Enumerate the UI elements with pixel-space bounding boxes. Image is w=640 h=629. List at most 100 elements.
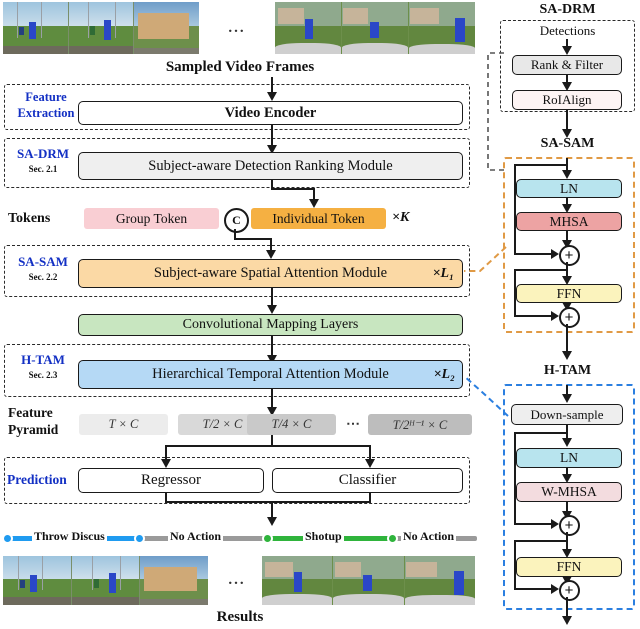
results-caption: Results <box>216 608 264 625</box>
right-tam-arrow-1 <box>561 438 572 447</box>
right-tam-skip1-bottom <box>514 523 554 525</box>
timeline-label-no-action-1: No Action <box>168 529 223 544</box>
sa-sam-multiplier: ×L₁ <box>432 265 454 281</box>
right-tam-skip2-top <box>514 540 567 542</box>
video-frame <box>3 556 72 605</box>
timeline-label-throw-discus: Throw Discus <box>32 529 107 544</box>
individual-token-multiplier: ×K <box>392 210 410 225</box>
pyramid-level-0[interactable]: T × C <box>79 414 168 435</box>
tam-add-1-icon: + <box>558 515 580 536</box>
sa-sam-box[interactable]: Subject-aware Spatial Attention Module ×… <box>78 259 463 288</box>
timeline-node-1[interactable] <box>134 533 145 544</box>
arrow-head-to-conv <box>266 305 277 314</box>
concat-out-line-h <box>233 238 272 240</box>
sam-add-1-icon: + <box>558 245 580 266</box>
timeline-node-2[interactable] <box>262 533 273 544</box>
tam-ffn-box[interactable]: FFN <box>516 557 622 577</box>
page-title: Sampled Video Frames <box>165 58 315 75</box>
video-frame <box>342 2 409 54</box>
sa-drm-connector <box>487 52 506 171</box>
prediction-label: Prediction <box>7 472 67 487</box>
feature-extraction-label-line2: Extraction <box>17 106 75 120</box>
right-sam-in-arrow <box>561 170 572 179</box>
timeline-label-no-action-2: No Action <box>401 529 456 544</box>
prediction-merge-line <box>165 501 371 503</box>
video-frame <box>140 556 208 605</box>
pyramid-level-3[interactable]: T/2ᴴ⁻¹ × C <box>368 414 472 435</box>
sam-ffn-box[interactable]: FFN <box>516 284 622 303</box>
sam-mhsa-box[interactable]: MHSA <box>516 212 622 231</box>
top-video-strip <box>3 2 199 54</box>
conv-mapping-box[interactable]: Convolutional Mapping Layers <box>78 314 463 336</box>
sa-drm-label-wrap: SA-DRM Sec. 2.1 <box>8 146 78 182</box>
right-sa-drm-input-label: Detections <box>539 22 596 38</box>
video-frame <box>404 556 475 605</box>
arrow-line-encoder-to-drm <box>271 125 273 146</box>
right-sam-skip2-arrow <box>551 311 559 321</box>
video-frame <box>134 2 199 54</box>
arrow-line-title-to-encoder <box>271 77 273 93</box>
regressor-box[interactable]: Regressor <box>78 468 264 493</box>
individual-token-box[interactable]: Individual Token <box>251 208 386 229</box>
h-tam-box[interactable]: Hierarchical Temporal Attention Module ×… <box>78 360 463 389</box>
h-tam-section: Sec. 2.3 <box>28 370 58 380</box>
video-frame <box>3 2 69 54</box>
right-tam-out-arrow <box>561 616 572 625</box>
rank-filter-box[interactable]: Rank & Filter <box>512 55 622 75</box>
sam-add-2-icon: + <box>558 307 580 328</box>
feature-extraction-label: Feature Extraction <box>10 89 82 125</box>
right-sam-out-arrow <box>561 351 572 360</box>
right-sam-skip2-bottom <box>514 315 554 317</box>
sa-sam-connector <box>464 246 507 272</box>
drm-to-token-line-h <box>271 188 315 190</box>
tam-ln-box[interactable]: LN <box>516 448 622 468</box>
top-strip-ellipsis: ... <box>228 19 246 36</box>
sa-drm-label: SA-DRM <box>17 146 69 161</box>
h-tam-multiplier: ×L₂ <box>433 366 455 382</box>
right-sam-skip1-bottom <box>514 253 554 255</box>
feature-pyramid-label-line2: Pyramid <box>8 422 59 437</box>
roialign-box[interactable]: RoIAlign <box>512 90 622 110</box>
concat-icon: C <box>224 208 249 233</box>
sa-drm-section: Sec. 2.1 <box>28 164 58 174</box>
pyramid-out-line-h <box>165 445 371 447</box>
feature-pyramid-label: Feature Pyramid <box>4 404 78 442</box>
right-sam-skip1-top <box>514 164 567 166</box>
sa-drm-box[interactable]: Subject-aware Detection Ranking Module <box>78 152 463 180</box>
bottom-video-strip <box>3 556 208 605</box>
right-sa-sam-title: SA-SAM <box>540 136 595 151</box>
sa-sam-label-wrap: SA-SAM Sec. 2.2 <box>8 254 78 292</box>
pyramid-level-2[interactable]: T/4 × C <box>247 414 336 435</box>
right-sam-skip2-top <box>514 269 567 271</box>
bottom-strip-ellipsis: ... <box>228 571 246 588</box>
video-encoder-box[interactable]: Video Encoder <box>78 101 463 125</box>
video-frame <box>71 556 141 605</box>
top-video-strip-2 <box>275 2 475 54</box>
video-frame <box>333 556 405 605</box>
arrow-head-to-encoder <box>266 92 277 101</box>
h-tam-label: H-TAM <box>21 352 65 367</box>
sa-sam-section: Sec. 2.2 <box>28 272 58 282</box>
tam-wmhsa-box[interactable]: W-MHSA <box>516 482 622 502</box>
right-h-tam-title: H-TAM <box>543 363 592 378</box>
sa-sam-box-label: Subject-aware Spatial Attention Module <box>153 265 388 281</box>
tam-downsample-box[interactable]: Down-sample <box>511 404 623 425</box>
right-sam-out-line <box>566 324 568 354</box>
group-token-box[interactable]: Group Token <box>84 208 219 229</box>
sam-ln-box[interactable]: LN <box>516 179 622 198</box>
right-tam-skip2-arrow <box>551 584 559 594</box>
results-timeline: Throw Discus No Action Shotup No Action <box>0 528 480 548</box>
timeline-node-start[interactable] <box>2 533 13 544</box>
right-drm-arrow-1 <box>561 46 572 55</box>
right-tam-skip1-v <box>514 432 516 525</box>
bottom-video-strip-2 <box>262 556 475 605</box>
video-frame <box>68 2 135 54</box>
classifier-box[interactable]: Classifier <box>272 468 463 493</box>
timeline-node-3[interactable] <box>387 533 398 544</box>
pyramid-ellipsis: ⋯ <box>346 417 362 432</box>
right-tam-skip2-bottom <box>514 588 554 590</box>
tokens-label: Tokens <box>8 211 51 226</box>
arrow-head-to-timeline <box>266 517 277 526</box>
right-sa-drm-title: SA-DRM <box>539 2 596 17</box>
tam-add-2-icon: + <box>558 580 580 601</box>
